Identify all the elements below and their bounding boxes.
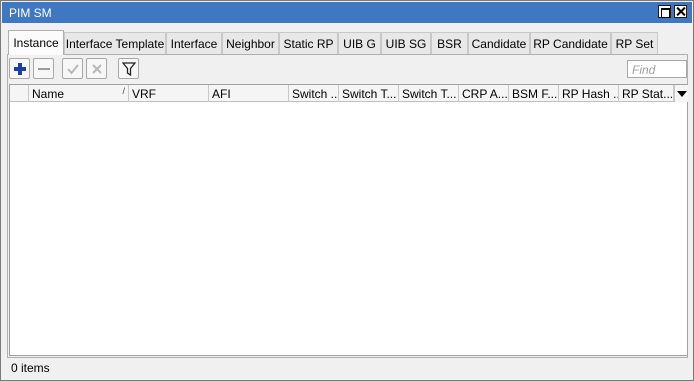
status-bar: 0 items: [7, 357, 688, 378]
tab-interface[interactable]: Interface: [166, 32, 222, 54]
tab-uib-sg[interactable]: UIB SG: [381, 32, 431, 54]
tab-rp-candidate[interactable]: RP Candidate: [530, 32, 611, 54]
table-body[interactable]: [10, 103, 687, 355]
instance-table: Name / VRF AFI Switch ... Switch T... Sw…: [9, 84, 688, 356]
find-input[interactable]: Find: [627, 60, 687, 78]
tab-bsr[interactable]: BSR: [431, 32, 468, 54]
window-title: PIM SM: [9, 6, 52, 20]
tab-instance[interactable]: Instance: [8, 30, 64, 55]
plus-icon: [14, 63, 26, 75]
minus-icon: [38, 68, 50, 70]
table-header: Name / VRF AFI Switch ... Switch T... Sw…: [10, 85, 688, 102]
tab-neighbor[interactable]: Neighbor: [222, 32, 279, 54]
sort-indicator-icon: /: [122, 86, 125, 96]
column-header-switch-t-2[interactable]: Switch T...: [399, 85, 459, 102]
tab-rp-set[interactable]: RP Set: [611, 32, 658, 54]
column-header-crp-a[interactable]: CRP A...: [459, 85, 509, 102]
disable-button[interactable]: [86, 58, 107, 79]
tab-candidate[interactable]: Candidate: [468, 32, 530, 54]
filter-icon: [122, 62, 136, 76]
x-icon: [92, 64, 102, 74]
restore-icon[interactable]: [658, 5, 671, 18]
item-count: 0 items: [11, 361, 50, 375]
column-header-name[interactable]: Name /: [29, 85, 129, 102]
column-header-vrf[interactable]: VRF: [129, 85, 209, 102]
row-selector-header[interactable]: [10, 85, 29, 102]
column-header-afi[interactable]: AFI: [209, 85, 289, 102]
column-header-rp-stat[interactable]: RP Stat...: [619, 85, 674, 102]
column-header-rp-hash[interactable]: RP Hash ...: [559, 85, 619, 102]
column-header-switch-t-1[interactable]: Switch T...: [339, 85, 399, 102]
filter-button[interactable]: [118, 58, 139, 79]
tab-uib-g[interactable]: UIB G: [338, 32, 381, 54]
remove-button[interactable]: [33, 58, 54, 79]
close-icon[interactable]: [674, 5, 687, 18]
check-icon: [67, 64, 79, 75]
add-button[interactable]: [9, 58, 30, 79]
pim-sm-window: PIM SM Instance Interface Template Inter…: [0, 0, 694, 381]
title-bar[interactable]: PIM SM: [2, 2, 692, 23]
column-header-bsm-f[interactable]: BSM F...: [509, 85, 559, 102]
tab-interface-template[interactable]: Interface Template: [64, 32, 166, 54]
enable-button[interactable]: [62, 58, 83, 79]
column-header-switch[interactable]: Switch ...: [289, 85, 339, 102]
tab-static-rp[interactable]: Static RP: [279, 32, 338, 54]
column-menu-dropdown-icon[interactable]: [674, 85, 688, 102]
